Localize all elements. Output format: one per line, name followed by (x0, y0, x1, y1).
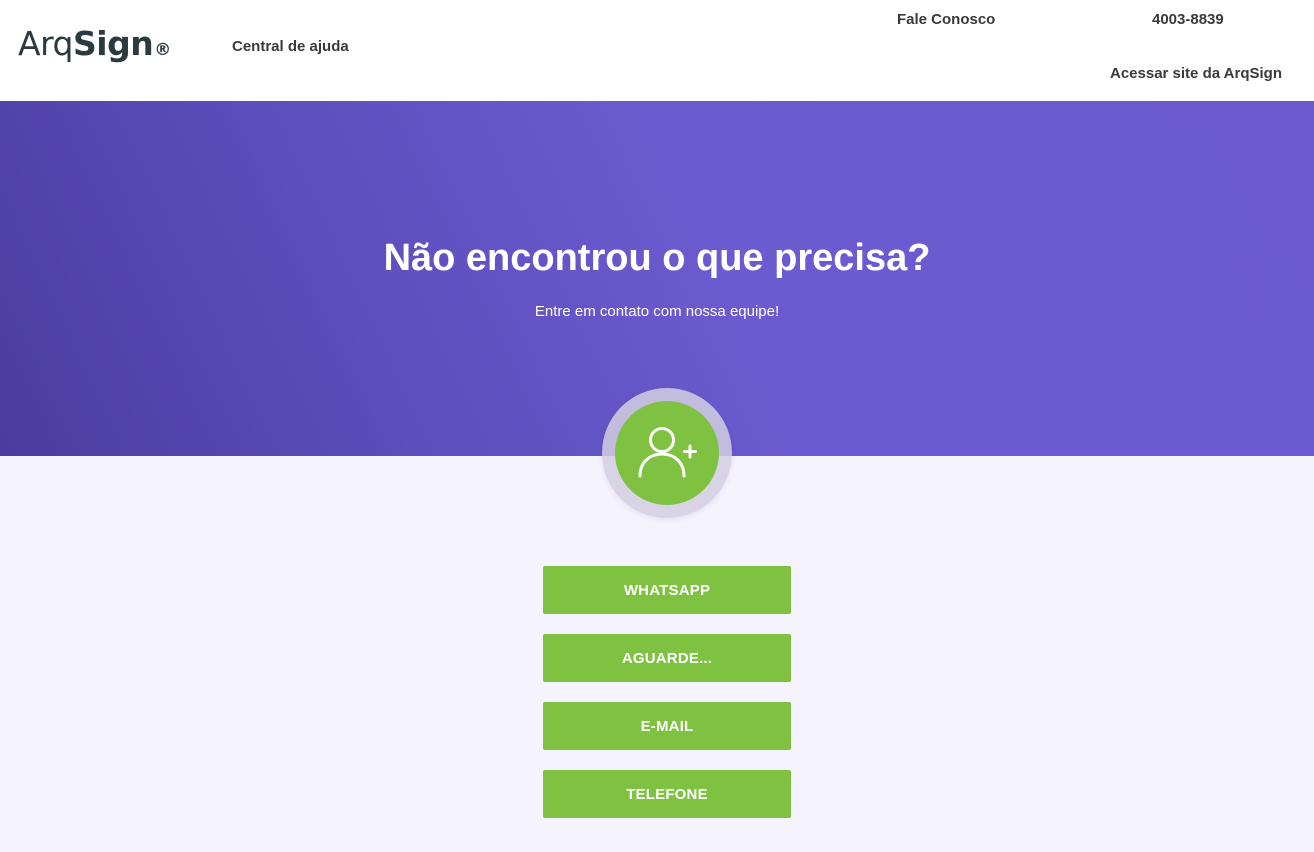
arqsign-logo[interactable]: Arq Sign ® (18, 24, 171, 63)
nav-site-link[interactable]: Acessar site da ArqSign (1110, 65, 1282, 82)
email-button[interactable]: E-MAIL (543, 702, 791, 750)
hero-title: Não encontrou o que precisa? (383, 237, 931, 279)
whatsapp-button[interactable]: WHATSAPP (543, 566, 791, 614)
contact-icon-circle (615, 401, 719, 505)
logo-text-sign: Sign (73, 24, 154, 63)
nav-phone[interactable]: 4003-8839 (1152, 11, 1224, 28)
phone-button[interactable]: TELEFONE (543, 770, 791, 818)
logo-text-arq: Arq (18, 24, 74, 63)
contact-buttons: WHATSAPP AGUARDE... E-MAIL TELEFONE (543, 566, 791, 838)
chat-button[interactable]: AGUARDE... (543, 634, 791, 682)
hero-subtitle: Entre em contato com nossa equipe! (534, 303, 780, 320)
user-plus-icon (638, 427, 697, 478)
nav-contact[interactable]: Fale Conosco (897, 11, 995, 28)
logo-registered-mark: ® (154, 40, 171, 60)
top-header: Arq Sign ® Central de ajuda Fale Conosco 4… (0, 0, 1314, 101)
nav-help-center[interactable]: Central de ajuda (232, 38, 349, 55)
